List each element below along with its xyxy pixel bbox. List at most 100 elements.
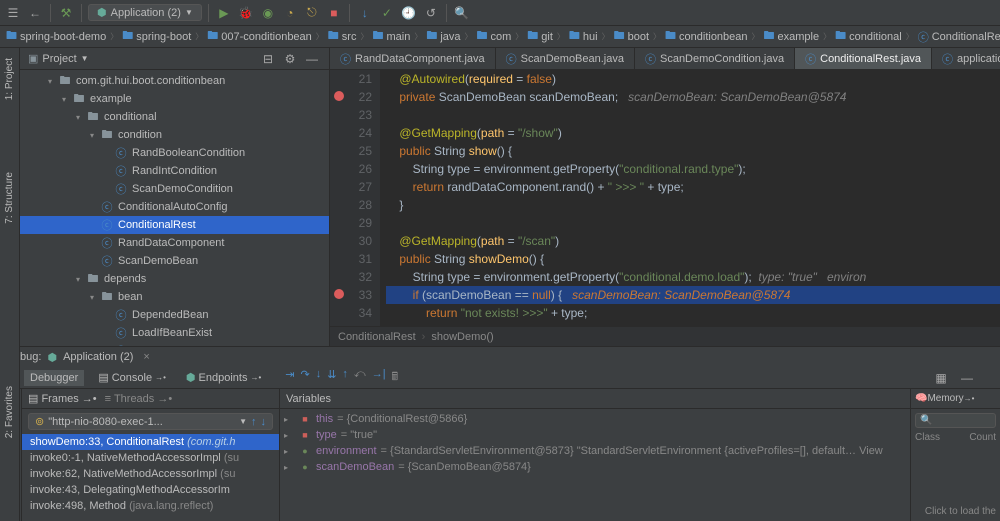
breadcrumb-item[interactable]: ⓒ ConditionalRest — [918, 29, 1000, 45]
back-icon[interactable]: ← — [26, 4, 44, 22]
editor-tab[interactable]: ⓒConditionalRest.java — [795, 48, 932, 69]
breadcrumb-item[interactable]: 🖿 007-conditionbean — [207, 27, 312, 46]
vcs-update-icon[interactable]: ↓ — [356, 4, 374, 22]
hide-icon[interactable]: — — [303, 50, 321, 68]
tree-item[interactable]: ▾🖿condition — [20, 126, 329, 144]
tree-item[interactable]: ⓒRandIntCondition — [20, 162, 329, 180]
hammer-icon[interactable]: ⚒ — [57, 4, 75, 22]
breadcrumb-item[interactable]: 🖿 spring-boot-demo — [6, 27, 106, 46]
tree-item[interactable]: ⓒDependedBean — [20, 306, 329, 324]
frames-list[interactable]: showDemo:33, ConditionalRest (com.git.hi… — [22, 434, 279, 521]
run-config-dropdown[interactable]: ⬢ Application (2) ▼ — [88, 4, 202, 21]
step-out-icon[interactable]: ↑ — [342, 368, 348, 387]
project-tree[interactable]: ▾🖿com.git.hui.boot.conditionbean▾🖿exampl… — [20, 70, 329, 346]
chevron-down-icon[interactable]: ▼ — [81, 54, 89, 63]
close-icon[interactable]: × — [143, 351, 149, 363]
structure-tool-tab[interactable]: 7: Structure — [4, 166, 15, 230]
tree-item[interactable]: ⓒScanDemoCondition — [20, 180, 329, 198]
variable-row[interactable]: ▸●scanDemoBean = {ScanDemoBean@5874} — [284, 459, 906, 475]
breadcrumb-item[interactable]: 🖿 com — [477, 27, 512, 46]
tree-item[interactable]: ▾🖿depends — [20, 270, 329, 288]
editor-tab[interactable]: ⓒRandDataComponent.java — [330, 48, 496, 69]
breadcrumb-item[interactable]: 🖿 spring-boot — [122, 27, 191, 46]
frame-row[interactable]: showDemo:33, ConditionalRest (com.git.h — [22, 434, 279, 450]
favorites-tool-tab[interactable]: 2: Favorites — [4, 380, 15, 444]
code-area[interactable]: @Autowired(required = false) private Sca… — [380, 70, 1000, 326]
breadcrumb-item[interactable]: 🖿 git — [527, 27, 553, 46]
variable-row[interactable]: ▸■type = "true" — [284, 427, 906, 443]
tree-item[interactable]: ⓒConditionalAutoConfig — [20, 198, 329, 216]
breadcrumb-item[interactable]: 🖿 boot — [614, 27, 649, 46]
chevron-down-icon: ▼ — [185, 8, 193, 17]
prev-frame-icon[interactable]: ↑ — [251, 416, 257, 428]
editor-tab[interactable]: ⓒScanDemoCondition.java — [635, 48, 795, 69]
tree-item[interactable]: ▾🖿com.git.hui.boot.conditionbean — [20, 72, 329, 90]
breadcrumb-item[interactable]: 🖿 hui — [569, 27, 598, 46]
menu-icon[interactable]: ☰ — [4, 4, 22, 22]
next-frame-icon[interactable]: ↓ — [261, 416, 267, 428]
coverage-icon[interactable]: ◉ — [259, 4, 277, 22]
endpoint-icon: ⬢ — [186, 371, 196, 384]
threads-tab[interactable]: ≡ Threads →• — [105, 393, 173, 405]
profile-icon[interactable]: ◔ — [281, 4, 299, 22]
frame-row[interactable]: invoke:498, Method (java.lang.reflect) — [22, 498, 279, 514]
tab-console[interactable]: ▤Console→• — [92, 369, 172, 386]
breadcrumb-item[interactable]: 🖿 example — [764, 27, 820, 46]
step-into-icon[interactable]: ↓ — [316, 368, 322, 387]
tree-item[interactable]: ⓒLoadIfBeanExist — [20, 324, 329, 342]
tree-item[interactable]: ▾🖿example — [20, 90, 329, 108]
tree-item[interactable]: ⓒRandDataComponent — [20, 234, 329, 252]
show-exec-point-icon[interactable]: ⇥ — [285, 368, 294, 387]
breadcrumb-item[interactable]: 🖿 conditional — [835, 27, 902, 46]
attach-icon[interactable]: ⎋ — [303, 4, 321, 22]
variable-row[interactable]: ▸●environment = {StandardServletEnvironm… — [284, 443, 906, 459]
frames-panel: ▤ Frames →• ≡ Threads →• ⊚ "http-nio-808… — [22, 389, 280, 521]
run-icon[interactable]: ▶ — [215, 4, 233, 22]
editor-gutter[interactable]: 21222324252627282930313233343536373839 — [330, 70, 380, 326]
breadcrumb-item[interactable]: 🖿 main — [372, 27, 410, 46]
memory-hint[interactable]: Click to load the — [911, 502, 1000, 521]
variables-list[interactable]: ▸■this = {ConditionalRest@5866}▸■type = … — [280, 409, 910, 521]
tree-item[interactable]: ⓒConditionalRest — [20, 216, 329, 234]
hide-icon[interactable]: — — [958, 369, 976, 387]
drop-frame-icon[interactable]: ⤺ — [354, 368, 366, 387]
tree-item[interactable]: ▾🖿bean — [20, 288, 329, 306]
frames-tab[interactable]: ▤ Frames →• — [28, 392, 97, 405]
vcs-commit-icon[interactable]: ✓ — [378, 4, 396, 22]
project-tool-tab[interactable]: 1: Project — [4, 52, 15, 106]
run-to-cursor-icon[interactable]: →| — [372, 368, 386, 387]
editor: ⓒRandDataComponent.javaⓒScanDemoBean.jav… — [330, 48, 1000, 346]
stop-icon[interactable]: ■ — [325, 4, 343, 22]
frame-row[interactable]: invoke0:-1, NativeMethodAccessorImpl (su — [22, 450, 279, 466]
breadcrumb-item[interactable]: 🖿 java — [426, 27, 460, 46]
vcs-history-icon[interactable]: 🕘 — [400, 4, 418, 22]
crumb-method[interactable]: showDemo() — [431, 331, 493, 343]
editor-breadcrumb[interactable]: ConditionalRest › showDemo() — [330, 326, 1000, 346]
debug-icon[interactable]: 🐞 — [237, 4, 255, 22]
tab-debugger[interactable]: Debugger — [24, 370, 84, 386]
tree-item[interactable]: ⓒLoadIfBeanNotExists — [20, 342, 329, 346]
memory-search[interactable]: 🔍 — [915, 413, 996, 428]
tab-endpoints[interactable]: ⬢Endpoints→• — [180, 369, 267, 386]
search-icon[interactable]: 🔍 — [453, 4, 471, 22]
evaluate-icon[interactable]: 🖩 — [392, 368, 399, 387]
breadcrumb-item[interactable]: 🖿 src — [328, 27, 357, 46]
vcs-revert-icon[interactable]: ↺ — [422, 4, 440, 22]
editor-tab[interactable]: ⓒapplication.pro — [932, 48, 1000, 69]
frame-row[interactable]: invoke:62, NativeMethodAccessorImpl (su — [22, 466, 279, 482]
step-over-icon[interactable]: ↷ — [300, 368, 309, 387]
tree-item[interactable]: ⓒScanDemoBean — [20, 252, 329, 270]
gear-icon[interactable]: ⚙ — [281, 50, 299, 68]
collapse-icon[interactable]: ⊟ — [259, 50, 277, 68]
editor-tab[interactable]: ⓒScanDemoBean.java — [496, 48, 635, 69]
layout-icon[interactable]: ▦ — [932, 369, 950, 387]
thread-dropdown[interactable]: ⊚ "http-nio-8080-exec-1... ▼ ↑ ↓ — [28, 413, 273, 430]
memory-panel: 🧠 Memory →• 🔍 Class Count Click to load … — [910, 389, 1000, 521]
frame-row[interactable]: invoke:43, DelegatingMethodAccessorIm — [22, 482, 279, 498]
crumb-class[interactable]: ConditionalRest — [338, 331, 416, 343]
force-step-into-icon[interactable]: ⇊ — [327, 368, 336, 387]
variable-row[interactable]: ▸■this = {ConditionalRest@5866} — [284, 411, 906, 427]
tree-item[interactable]: ▾🖿conditional — [20, 108, 329, 126]
tree-item[interactable]: ⓒRandBooleanCondition — [20, 144, 329, 162]
breadcrumb-item[interactable]: 🖿 conditionbean — [665, 27, 748, 46]
